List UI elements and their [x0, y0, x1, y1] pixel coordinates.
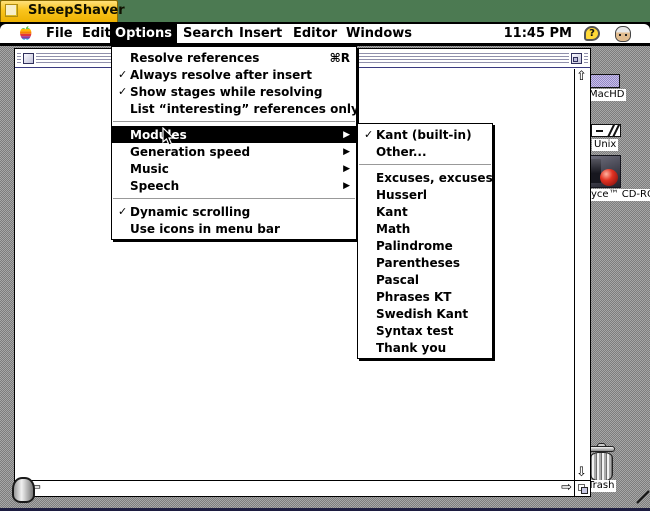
menubar: File Edit Options Search Insert Editor W… [0, 24, 650, 45]
submenu-arrow-icon: ▶ [343, 146, 350, 157]
scroll-right-icon[interactable]: ⇨ [561, 481, 572, 494]
application-menu-icon[interactable] [615, 26, 631, 42]
unix-icon-dash [596, 130, 603, 132]
mac-screen: File Edit Options Search Insert Editor W… [0, 22, 650, 511]
vertical-scrollbar[interactable]: ⇧ ⇩ [574, 69, 590, 480]
checkmark-icon: ✓ [118, 85, 128, 98]
wm-tab[interactable]: SheepShaver [0, 0, 125, 22]
wm-menu-button[interactable] [5, 4, 18, 17]
menu-item-generation-speed[interactable]: Generation speed ▶ [112, 143, 356, 160]
close-box[interactable] [21, 51, 36, 66]
submenu-item-palindrome[interactable]: Palindrome [358, 237, 492, 254]
resize-corner-icon[interactable] [636, 489, 650, 508]
submenu-item-math[interactable]: Math [358, 220, 492, 237]
machd-disk-icon[interactable] [589, 74, 620, 88]
submenu-item-excuses[interactable]: Excuses, excuses [358, 169, 493, 186]
wm-window-title: SheepShaver [28, 3, 125, 18]
checkmark-icon: ✓ [118, 205, 128, 218]
menu-windows[interactable]: Windows [346, 24, 412, 43]
desktop: MacHD Unix yce™ CD-RO Trash ⇧ ⇩ ⇦ ⇨ Reso… [0, 46, 650, 508]
unix-disk-icon[interactable] [591, 124, 621, 137]
menu-item-dynamic-scrolling[interactable]: ✓ Dynamic scrolling [112, 203, 356, 220]
checkmark-icon: ✓ [118, 68, 128, 81]
menu-separator [112, 117, 356, 126]
menu-item-always-resolve[interactable]: ✓ Always resolve after insert [112, 66, 356, 83]
menu-edit[interactable]: Edit [82, 24, 111, 43]
cdrom-disk-icon[interactable] [588, 155, 621, 188]
menu-separator [112, 194, 356, 203]
menu-options[interactable]: Options [110, 24, 177, 43]
menu-item-use-icons[interactable]: Use icons in menu bar [112, 220, 356, 237]
menu-item-list-interesting[interactable]: List “interesting” references only [112, 100, 359, 117]
scroll-up-icon[interactable]: ⇧ [576, 70, 587, 83]
trash-body [590, 452, 613, 481]
menu-file[interactable]: File [46, 24, 73, 43]
menu-item-show-stages[interactable]: ✓ Show stages while resolving [112, 83, 356, 100]
submenu-item-swedish-kant[interactable]: Swedish Kant [358, 305, 492, 322]
grow-box-icon [581, 487, 588, 494]
window-corner-glyph [12, 477, 35, 503]
zoom-box-inner [573, 57, 578, 62]
apple-menu-icon[interactable] [19, 26, 32, 41]
submenu-item-thank-you[interactable]: Thank you [358, 339, 492, 356]
modules-submenu: ✓ Kant (built-in) Other... Excuses, excu… [357, 123, 493, 359]
balloon-help-icon[interactable]: ? [584, 26, 600, 41]
submenu-arrow-icon: ▶ [343, 180, 350, 191]
submenu-arrow-icon: ▶ [343, 129, 350, 140]
options-menu: Resolve references ⌘R ✓ Always resolve a… [111, 46, 359, 240]
trash-icon[interactable] [588, 443, 615, 481]
submenu-item-other[interactable]: Other... [358, 143, 492, 160]
submenu-arrow-icon: ▶ [343, 163, 350, 174]
scroll-down-icon[interactable]: ⇩ [576, 466, 587, 479]
menu-separator [358, 160, 492, 169]
menubar-clock: 11:45 PM [503, 26, 572, 41]
cdrom-icon-red-ball [600, 169, 618, 186]
shortcut-label: ⌘R [329, 50, 350, 65]
submenu-item-syntax-test[interactable]: Syntax test [358, 322, 492, 339]
grow-box[interactable] [574, 480, 590, 496]
unix-label[interactable]: Unix [592, 139, 619, 151]
submenu-item-parentheses[interactable]: Parentheses [358, 254, 492, 271]
menu-item-music[interactable]: Music ▶ [112, 160, 356, 177]
menu-item-modules[interactable]: Modules ▶ [112, 126, 356, 143]
menu-item-resolve-references[interactable]: Resolve references ⌘R [112, 49, 356, 66]
menu-search[interactable]: Search [183, 24, 233, 43]
menu-editor[interactable]: Editor [293, 24, 337, 43]
submenu-item-kant[interactable]: Kant [358, 203, 492, 220]
sheepshaver-window: SheepShaver File Edit Options Search Ins… [0, 0, 650, 511]
horizontal-scrollbar[interactable]: ⇦ ⇨ [15, 480, 574, 496]
machd-label[interactable]: MacHD [587, 89, 627, 101]
checkmark-icon: ✓ [364, 128, 374, 141]
submenu-item-husserl[interactable]: Husserl [358, 186, 492, 203]
zoom-box[interactable] [569, 51, 584, 66]
menu-item-speech[interactable]: Speech ▶ [112, 177, 356, 194]
menu-insert[interactable]: Insert [239, 24, 282, 43]
submenu-item-phrases-kt[interactable]: Phrases KT [358, 288, 492, 305]
submenu-item-kant-builtin[interactable]: ✓ Kant (built-in) [358, 126, 492, 143]
mouse-cursor-icon [162, 126, 175, 150]
submenu-item-pascal[interactable]: Pascal [358, 271, 492, 288]
